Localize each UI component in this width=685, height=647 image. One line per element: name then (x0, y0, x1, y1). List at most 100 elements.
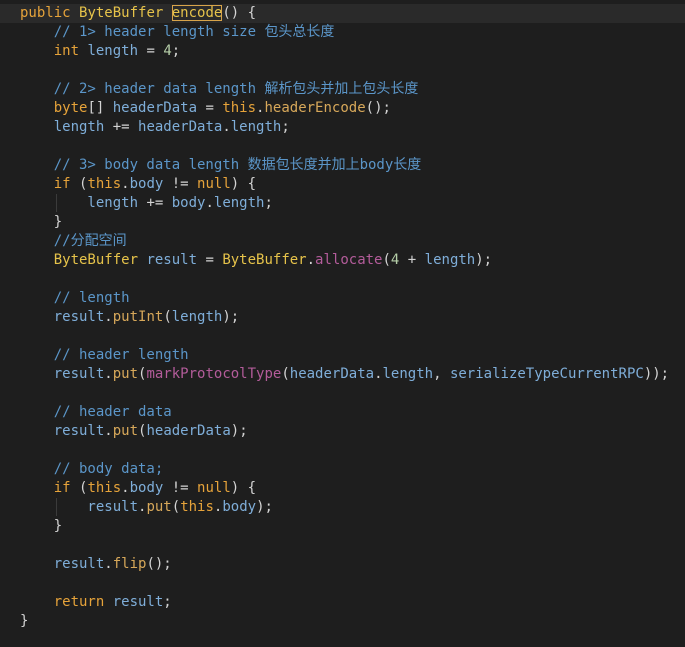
code-token: . (104, 309, 113, 325)
code-line[interactable]: // body data; (0, 460, 685, 479)
code-token: put (112, 366, 139, 382)
code-token: headerData (146, 423, 231, 439)
code-line[interactable] (0, 384, 685, 403)
code-token: ByteBuffer (20, 252, 147, 268)
selected-token: encode (171, 5, 223, 21)
code-line[interactable]: // header length (0, 346, 685, 365)
code-token: ; (163, 594, 172, 610)
code-token: ByteBuffer (222, 252, 307, 268)
code-line[interactable] (0, 61, 685, 80)
code-line[interactable]: } (0, 213, 685, 232)
code-token: this (180, 499, 214, 515)
code-line[interactable]: // header data (0, 403, 685, 422)
code-token: = (197, 252, 223, 268)
code-token: = (138, 43, 164, 59)
code-token: if (20, 176, 80, 192)
code-token: return (20, 594, 113, 610)
code-token: . (121, 176, 130, 192)
code-line[interactable]: return result; (0, 593, 685, 612)
code-token: ) { (230, 480, 257, 496)
code-token: headerEncode (264, 100, 366, 116)
code-line[interactable]: byte[] headerData = this.headerEncode(); (0, 99, 685, 118)
code-token: ( (281, 366, 290, 382)
code-token: )); (643, 366, 670, 382)
code-token: ( (171, 499, 181, 515)
code-token: += (104, 119, 139, 135)
code-line[interactable] (0, 270, 685, 289)
code-line[interactable]: if (this.body != null) { (0, 479, 685, 498)
code-token: if (20, 480, 80, 496)
code-token: result (146, 252, 198, 268)
code-token: , (433, 366, 450, 382)
code-line[interactable]: result.put(this.body); (0, 498, 685, 517)
code-line[interactable]: // length (0, 289, 685, 308)
code-line[interactable]: if (this.body != null) { (0, 175, 685, 194)
code-token: //分配空间 (20, 233, 127, 249)
code-token: headerData (289, 366, 375, 382)
code-line[interactable]: // 1> header length size 包头总长度 (0, 23, 685, 42)
code-token: putInt (112, 309, 164, 325)
code-token: int (20, 43, 88, 59)
code-token: result (20, 309, 105, 325)
code-token: . (222, 119, 231, 135)
code-token: . (205, 195, 214, 211)
code-token: body (129, 176, 164, 192)
code-token: ; (264, 195, 273, 211)
code-line[interactable] (0, 327, 685, 346)
code-line[interactable]: length += headerData.length; (0, 118, 685, 137)
code-token: allocate (315, 252, 383, 268)
code-token: = (197, 100, 223, 116)
code-token: + (399, 252, 425, 268)
code-line[interactable]: // 3> body data length 数据包长度并加上body长度 (0, 156, 685, 175)
code-token: body (129, 480, 164, 496)
code-line[interactable]: public ByteBuffer encode() { (0, 4, 685, 23)
code-token: != (163, 480, 198, 496)
code-token: // header data (20, 404, 172, 420)
code-token: // 2> header data length (20, 81, 265, 97)
code-token: ; (171, 43, 181, 59)
code-line[interactable]: result.put(headerData); (0, 422, 685, 441)
code-line[interactable] (0, 137, 685, 156)
code-token: ); (256, 499, 273, 515)
code-token: put (146, 499, 172, 515)
code-line[interactable]: result.flip(); (0, 555, 685, 574)
code-token: length (424, 252, 476, 268)
code-token: 包头总长度 (264, 24, 335, 40)
code-token: } (20, 214, 63, 230)
code-line[interactable]: length += body.length; (0, 194, 685, 213)
code-token: length (213, 195, 265, 211)
code-token: body (222, 499, 257, 515)
code-token: this (87, 176, 122, 192)
code-token: 解析包头并加上包头长度 (264, 81, 419, 97)
code-token: != (163, 176, 198, 192)
code-token: this (222, 100, 257, 116)
code-line[interactable]: ByteBuffer result = ByteBuffer.allocate(… (0, 251, 685, 270)
code-token: length (87, 43, 139, 59)
code-token: result (20, 366, 105, 382)
code-line[interactable]: int length = 4; (0, 42, 685, 61)
code-token: result (112, 594, 164, 610)
code-line[interactable]: // 2> header data length 解析包头并加上包头长度 (0, 80, 685, 99)
code-line[interactable]: } (0, 612, 685, 631)
code-line[interactable] (0, 441, 685, 460)
code-token: headerData (112, 100, 198, 116)
code-token: // 3> body data length (20, 157, 248, 173)
code-token: 4 (163, 43, 172, 59)
code-token: . (121, 480, 130, 496)
code-token: ByteBuffer (79, 5, 172, 21)
code-line[interactable]: //分配空间 (0, 232, 685, 251)
code-token: byte (20, 100, 88, 116)
code-token: this (87, 480, 122, 496)
code-token: . (104, 423, 113, 439)
code-token: ); (222, 309, 240, 325)
code-line[interactable]: } (0, 517, 685, 536)
code-token: // body data; (20, 461, 164, 477)
code-line[interactable]: result.putInt(length); (0, 308, 685, 327)
code-token: ) { (230, 176, 257, 192)
code-line[interactable] (0, 574, 685, 593)
code-token: length (382, 366, 434, 382)
code-line[interactable]: result.put(markProtocolType(headerData.l… (0, 365, 685, 384)
code-editor[interactable]: public ByteBuffer encode() { // 1> heade… (0, 0, 685, 647)
code-line[interactable] (0, 536, 685, 555)
code-token: . (104, 556, 113, 572)
